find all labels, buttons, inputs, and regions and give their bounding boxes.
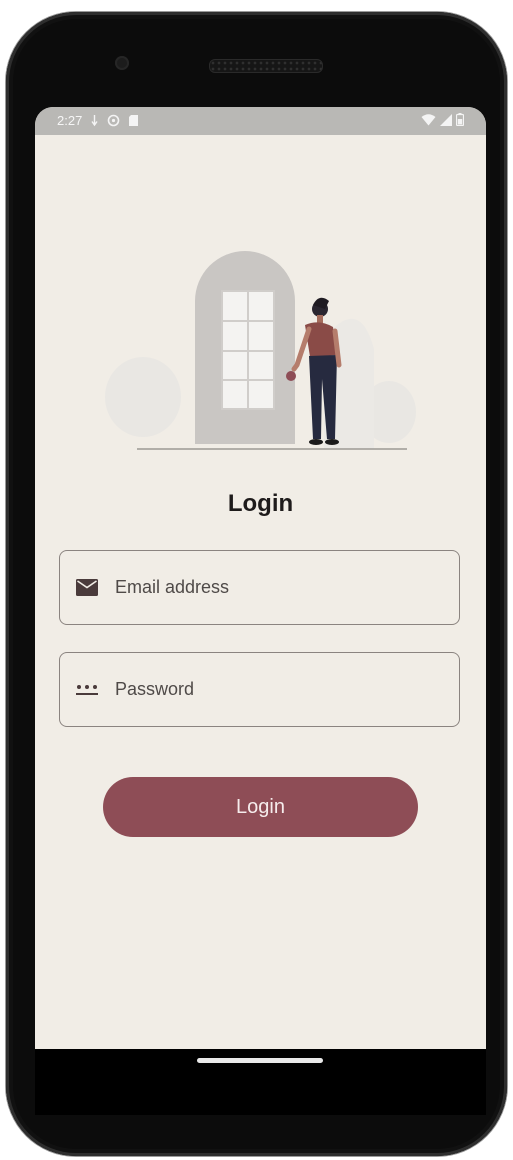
email-input[interactable] bbox=[115, 577, 435, 598]
app-screen: 2:27 Login Email address Login bbox=[35, 107, 486, 1049]
battery-icon bbox=[456, 113, 464, 126]
bush-left bbox=[105, 357, 181, 437]
password-dots-icon bbox=[75, 680, 99, 700]
login-button[interactable]: Login bbox=[103, 777, 418, 837]
email-field[interactable] bbox=[59, 550, 460, 625]
wifi-icon bbox=[421, 113, 436, 125]
password-input[interactable] bbox=[115, 679, 435, 700]
status-bar: 2:27 bbox=[35, 107, 486, 135]
earpiece-speaker bbox=[209, 59, 323, 73]
navigation-bar bbox=[35, 1049, 486, 1115]
page-title: Login bbox=[227, 490, 294, 517]
front-camera bbox=[115, 56, 129, 70]
mail-icon bbox=[75, 578, 99, 598]
person-at-door-illustration bbox=[105, 251, 416, 450]
password-field[interactable] bbox=[59, 652, 460, 727]
sd-card-icon bbox=[129, 115, 139, 126]
home-gesture-handle[interactable] bbox=[197, 1058, 323, 1063]
signal-icon bbox=[440, 113, 452, 126]
alarm-icon bbox=[108, 114, 120, 127]
status-time: 2:27 bbox=[57, 113, 83, 128]
location-icon bbox=[91, 115, 98, 127]
